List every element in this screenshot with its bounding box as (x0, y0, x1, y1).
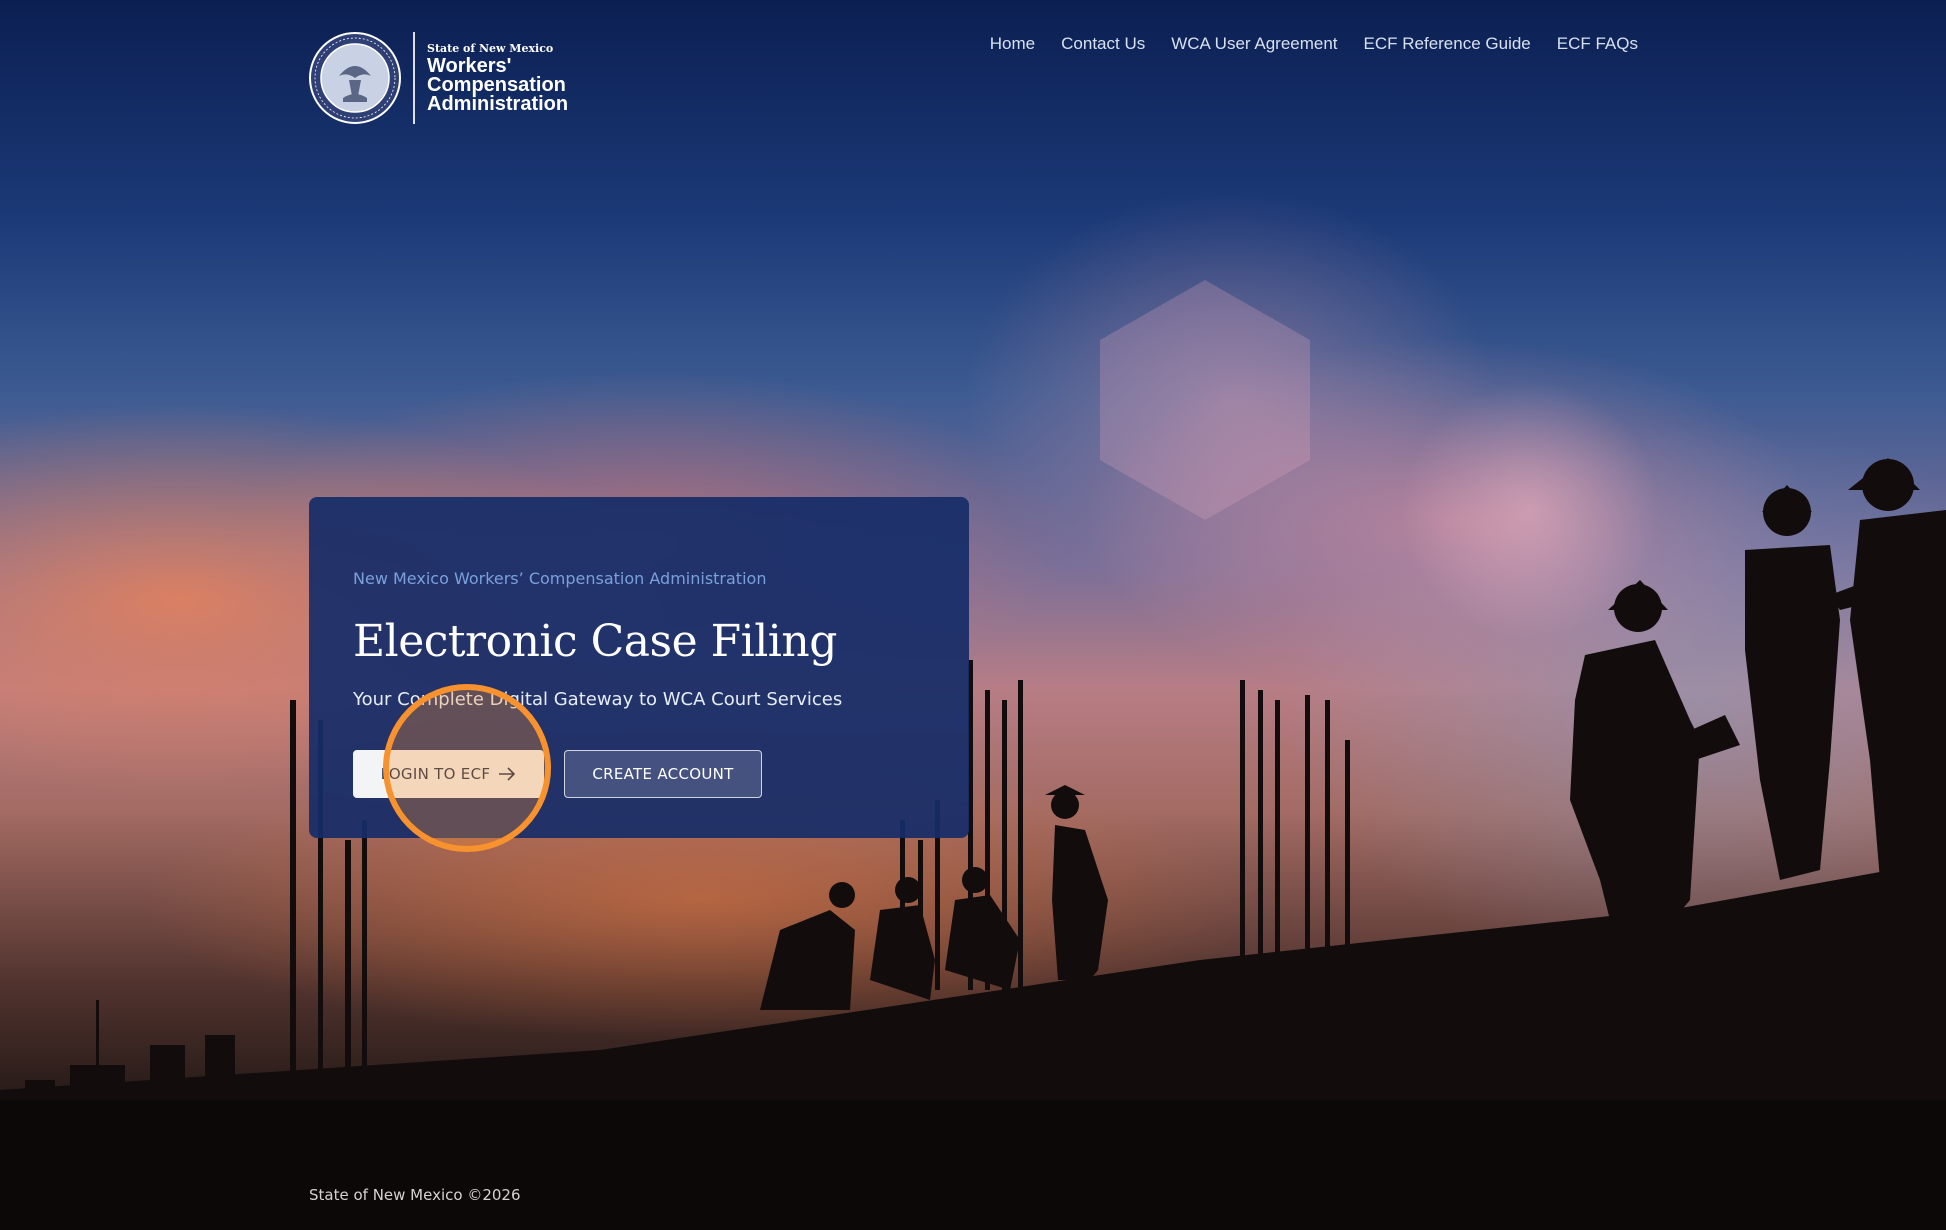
landing-page: State of New Mexico Workers' Compensatio… (0, 0, 1946, 1230)
construction-silhouette-background (0, 458, 1946, 1230)
logo-title-line2: Compensation (427, 73, 566, 96)
login-button-label: LOGIN TO ECF (380, 765, 491, 783)
hero-buttons: LOGIN TO ECF CREATE ACCOUNT (353, 750, 925, 798)
arrow-right-icon (499, 767, 516, 781)
nav-contact-us-link[interactable]: Contact Us (1061, 34, 1145, 54)
wca-logo[interactable]: State of New Mexico Workers' Compensatio… (309, 32, 568, 124)
hero-card: New Mexico Workers’ Compensation Adminis… (309, 497, 969, 838)
hero-kicker: New Mexico Workers’ Compensation Adminis… (353, 569, 767, 588)
nav-home-link[interactable]: Home (990, 34, 1035, 54)
state-seal-icon (309, 32, 401, 124)
login-button[interactable]: LOGIN TO ECF (353, 750, 544, 798)
page-title: Electronic Case Filing (353, 616, 837, 667)
nav-user-agreement-link[interactable]: WCA User Agreement (1171, 34, 1337, 54)
create-account-button[interactable]: CREATE ACCOUNT (564, 750, 762, 798)
hero-subtitle: Your Complete Digital Gateway to WCA Cou… (353, 689, 843, 710)
logo-text: State of New Mexico Workers' Compensatio… (427, 43, 568, 114)
logo-title-line3: Administration (427, 92, 569, 115)
nav-faqs-link[interactable]: ECF FAQs (1557, 34, 1638, 54)
logo-state-text: State of New Mexico (427, 41, 554, 55)
footer-copyright: State of New Mexico ©2026 (309, 1186, 521, 1204)
logo-divider (413, 32, 415, 124)
nav-reference-guide-link[interactable]: ECF Reference Guide (1364, 34, 1531, 54)
logo-title-line1: Workers' (427, 54, 512, 77)
top-nav: Home Contact Us WCA User Agreement ECF R… (990, 34, 1638, 54)
